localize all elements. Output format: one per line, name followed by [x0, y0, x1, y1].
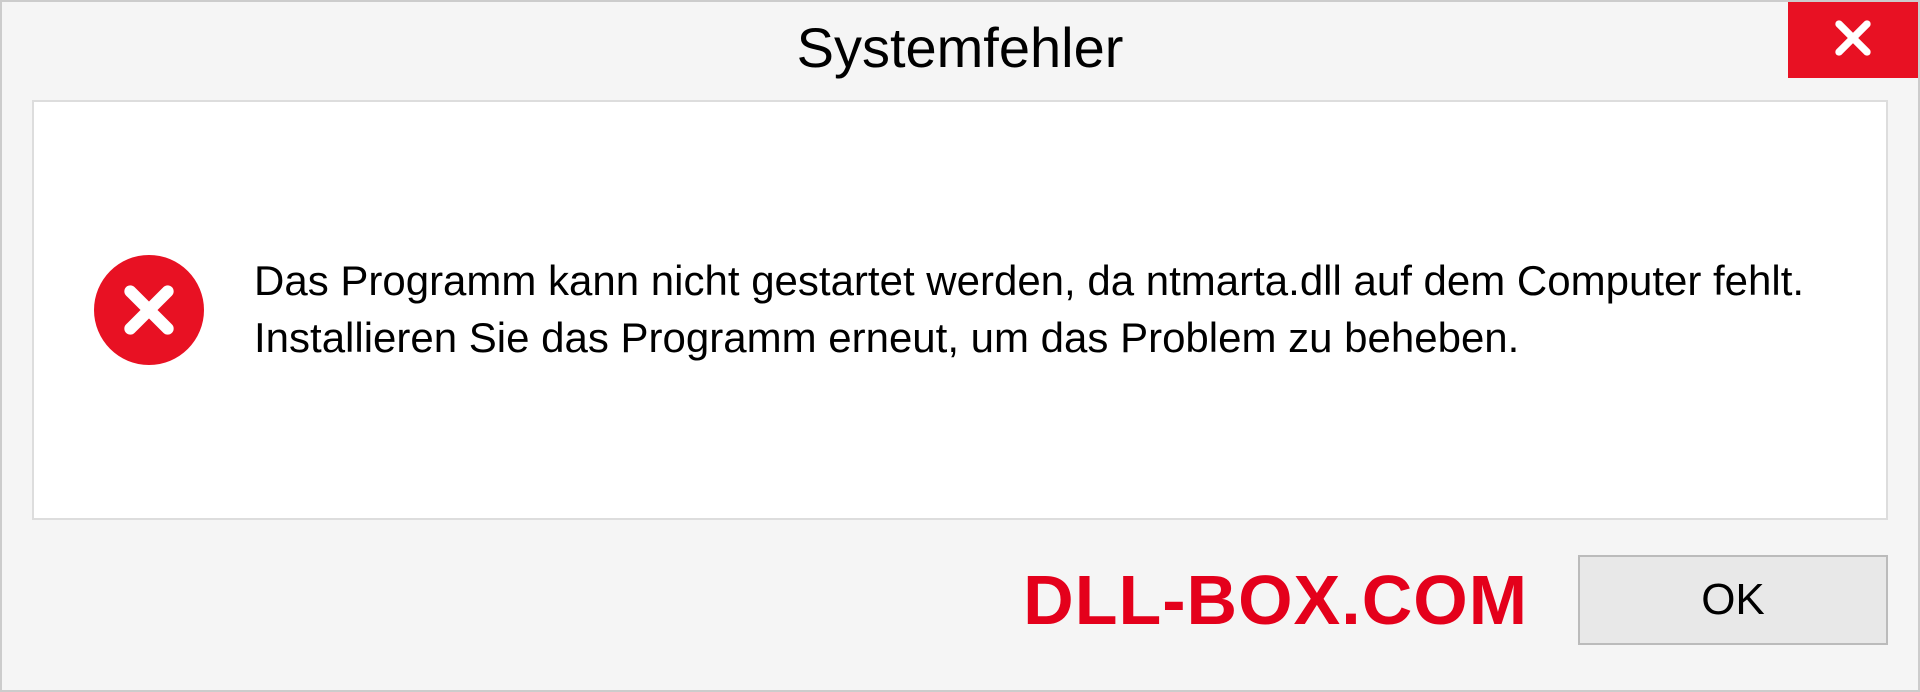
- close-button[interactable]: [1788, 2, 1918, 78]
- dialog-footer: DLL-BOX.COM OK: [2, 530, 1918, 690]
- error-message: Das Programm kann nicht gestartet werden…: [254, 253, 1814, 366]
- dialog-title: Systemfehler: [797, 15, 1124, 80]
- ok-button-label: OK: [1701, 575, 1765, 625]
- titlebar: Systemfehler: [2, 2, 1918, 92]
- content-panel: Das Programm kann nicht gestartet werden…: [32, 100, 1888, 520]
- error-icon: [94, 255, 204, 365]
- close-icon: [1832, 17, 1874, 64]
- ok-button[interactable]: OK: [1578, 555, 1888, 645]
- system-error-dialog: Systemfehler Das Programm kann nicht ges…: [0, 0, 1920, 692]
- watermark-text: DLL-BOX.COM: [1023, 560, 1528, 640]
